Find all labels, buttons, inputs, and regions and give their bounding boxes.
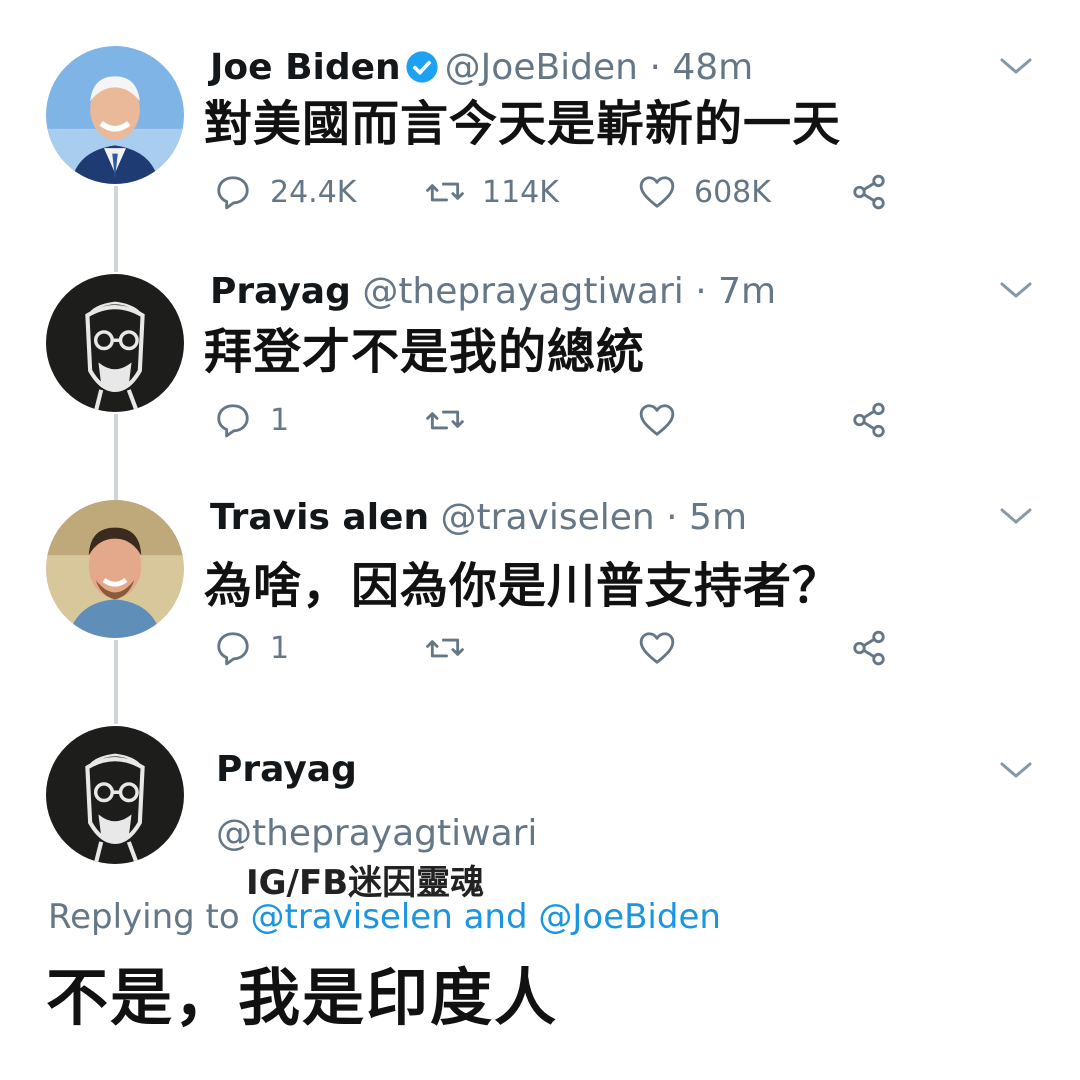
tweet-actions: 1 — [214, 398, 914, 442]
retweet-icon — [426, 182, 464, 202]
display-name[interactable]: Travis alen — [210, 497, 429, 538]
retweet-button[interactable]: 114K — [426, 170, 559, 214]
heart-icon — [639, 632, 675, 664]
mention-link[interactable]: @JoeBiden — [538, 897, 721, 937]
thread-line — [114, 414, 118, 500]
reply-icon — [217, 404, 249, 438]
avatar-prayag[interactable] — [46, 726, 184, 864]
heart-icon — [639, 176, 675, 208]
timestamp[interactable]: · 5m — [666, 497, 747, 538]
retweet-count: 114K — [482, 174, 559, 210]
tweet-text: 不是，我是印度人 — [46, 961, 559, 1034]
retweet-icon — [426, 638, 464, 658]
reply-button[interactable]: 1 — [214, 626, 289, 670]
reply-icon — [217, 176, 249, 210]
share-icon — [853, 174, 885, 210]
reply-button[interactable]: 24.4K — [214, 170, 356, 214]
retweet-button[interactable] — [426, 626, 482, 670]
tweet-actions: 24.4K 114K 608K — [214, 170, 914, 214]
retweet-icon — [426, 410, 464, 430]
display-name[interactable]: Prayag — [210, 271, 351, 312]
tweet-text: 拜登才不是我的總統 — [204, 324, 646, 380]
reply-icon — [217, 632, 249, 666]
display-name[interactable]: Prayag — [216, 749, 357, 790]
replying-to: Replying to @traviselen and @JoeBiden — [48, 897, 721, 937]
avatar-image — [46, 726, 184, 864]
like-count: 608K — [694, 174, 771, 210]
tweet-header: Prayag — [216, 748, 357, 792]
reply-count: 1 — [270, 630, 290, 666]
replying-prefix: Replying to — [48, 897, 251, 937]
user-handle[interactable]: @traviselen — [441, 497, 655, 538]
reply-count: 24.4K — [270, 174, 357, 210]
tweet-text: 對美國而言今天是嶄新的一天 — [204, 96, 842, 152]
timestamp[interactable]: · 48m — [649, 47, 753, 88]
avatar-travis-alen[interactable] — [46, 500, 184, 638]
verified-badge-icon — [405, 50, 439, 84]
user-handle[interactable]: @JoeBiden — [445, 47, 638, 88]
like-button[interactable] — [638, 398, 694, 442]
mention-link[interactable]: @traviselen — [251, 897, 453, 937]
thread-line — [114, 640, 118, 724]
tweet-actions: 1 — [214, 626, 914, 670]
chevron-down-icon[interactable] — [998, 54, 1034, 78]
like-button[interactable] — [638, 626, 694, 670]
timestamp[interactable]: · 7m — [695, 271, 776, 312]
share-icon — [853, 402, 885, 438]
chevron-down-icon[interactable] — [998, 504, 1034, 528]
chevron-down-icon[interactable] — [998, 758, 1034, 782]
tweet-header: Prayag @theprayagtiwari · 7m — [210, 270, 776, 314]
share-button[interactable] — [850, 626, 906, 670]
retweet-button[interactable] — [426, 398, 482, 442]
thread-line — [114, 186, 118, 272]
avatar-image — [46, 500, 184, 638]
avatar-joe-biden[interactable] — [46, 46, 184, 184]
share-button[interactable] — [850, 170, 906, 214]
like-button[interactable]: 608K — [638, 170, 771, 214]
avatar-image — [46, 46, 184, 184]
share-button[interactable] — [850, 398, 906, 442]
heart-icon — [639, 404, 675, 436]
chevron-down-icon[interactable] — [998, 278, 1034, 302]
reply-count: 1 — [270, 402, 290, 438]
tweet-header: Travis alen @traviselen · 5m — [210, 496, 747, 540]
reply-button[interactable]: 1 — [214, 398, 289, 442]
avatar-image — [46, 274, 184, 412]
display-name[interactable]: Joe Biden — [210, 47, 401, 88]
user-handle[interactable]: @theprayagtiwari — [362, 271, 683, 312]
replying-and: and — [452, 897, 539, 937]
user-handle[interactable]: @theprayagtiwari — [216, 812, 537, 856]
avatar-prayag[interactable] — [46, 274, 184, 412]
share-icon — [853, 630, 885, 666]
tweet-header: Joe Biden @JoeBiden · 48m — [210, 46, 753, 90]
tweet-text: 為啥，因為你是川普支持者？ — [204, 558, 842, 614]
